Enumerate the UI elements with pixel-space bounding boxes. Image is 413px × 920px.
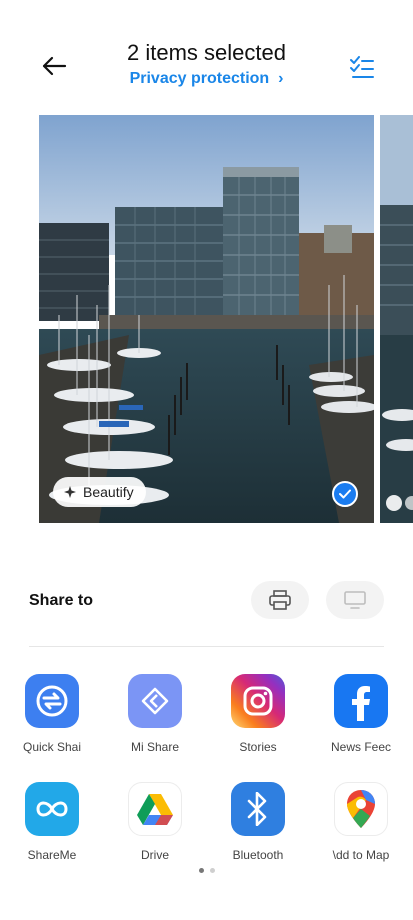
page-dot-active [198, 868, 204, 873]
app-label: Drive [140, 848, 169, 862]
monitor-icon [344, 591, 366, 609]
chevron-right-icon: › [273, 70, 284, 87]
top-bar: 2 items selected Privacy protection › [0, 0, 413, 110]
app-bluetooth[interactable]: Bluetooth [206, 782, 310, 862]
selected-checkbox[interactable] [332, 481, 358, 507]
page-indicator [0, 868, 413, 873]
select-all-button[interactable] [346, 52, 378, 84]
facebook-icon [334, 674, 388, 728]
google-maps-icon [334, 782, 388, 836]
page-dot [209, 868, 215, 873]
google-drive-icon [128, 782, 182, 836]
app-label: Quick Shai [22, 740, 82, 754]
harbor-photo [39, 115, 374, 523]
cast-to-screen-button[interactable] [326, 581, 384, 619]
shareme-icon [25, 782, 79, 836]
beautify-button[interactable]: Beautify [53, 477, 146, 507]
selected-photo[interactable]: Beautify [39, 115, 374, 523]
privacy-protection-label: Privacy protection [129, 70, 270, 87]
app-label: Bluetooth [232, 848, 284, 862]
app-shareme[interactable]: ShareMe [0, 782, 104, 862]
next-photo-image [380, 115, 413, 523]
app-facebook-news-feed[interactable]: News Feec [309, 674, 413, 754]
instagram-icon [231, 674, 285, 728]
quick-share-icon [25, 674, 79, 728]
share-divider [29, 646, 384, 647]
app-label: ShareMe [27, 848, 77, 862]
app-label: Mi Share [130, 740, 180, 754]
bluetooth-icon [231, 782, 285, 836]
app-quick-share[interactable]: Quick Shai [0, 674, 104, 754]
app-label: Stories [239, 740, 277, 754]
checkmark-icon [339, 489, 351, 499]
app-mi-share[interactable]: Mi Share [103, 674, 207, 754]
checklist-icon [350, 56, 374, 78]
sparkle-icon [64, 486, 76, 498]
app-google-drive[interactable]: Drive [103, 782, 207, 862]
printer-icon [269, 590, 291, 610]
app-google-maps[interactable]: \dd to Map [309, 782, 413, 862]
app-label: News Feec [330, 740, 392, 754]
mi-share-icon [128, 674, 182, 728]
app-instagram-stories[interactable]: Stories [206, 674, 310, 754]
next-photo-preview[interactable] [380, 115, 413, 523]
print-button[interactable] [251, 581, 309, 619]
share-to-heading: Share to [29, 592, 94, 609]
app-label: \dd to Map [332, 848, 390, 862]
beautify-label: Beautify [83, 484, 134, 500]
